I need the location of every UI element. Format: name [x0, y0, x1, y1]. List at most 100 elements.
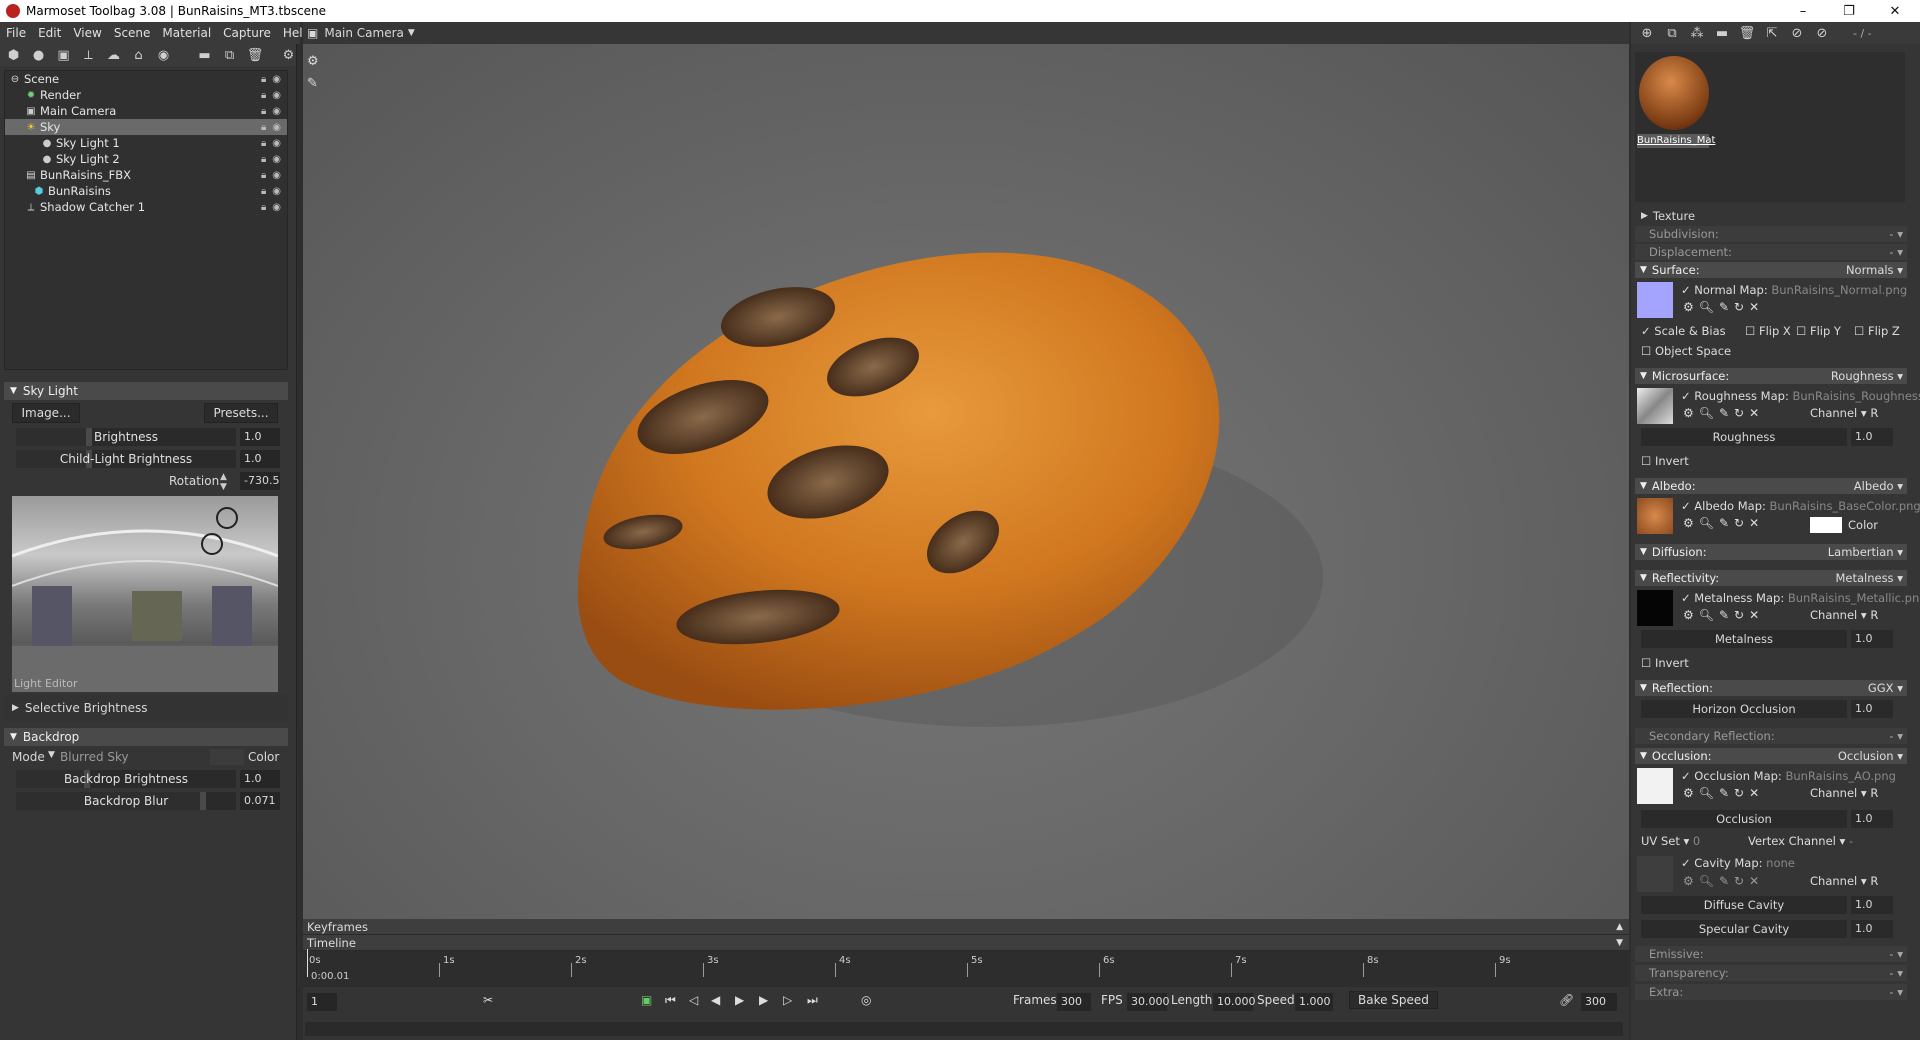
outliner-item-bunraisins-fbx[interactable]: ▤ BunRaisins_FBX 🔒︎ ◉ — [5, 167, 287, 183]
skip-end-icon[interactable]: ⏭ — [807, 993, 818, 1008]
add-mesh-icon[interactable]: ⬢ — [6, 47, 21, 63]
cavity-map-thumbnail[interactable] — [1637, 856, 1673, 892]
dropdown-arrow-icon[interactable]: ▼ — [48, 750, 55, 760]
metalness-map-check[interactable]: ✓ Metalness Map: BunRaisins_Metallic.png — [1681, 591, 1920, 605]
backdrop-blur-value[interactable]: 0.071 — [240, 792, 280, 810]
duplicate-icon[interactable]: ⧉ — [222, 47, 237, 63]
child-brightness-value[interactable]: 1.0 — [240, 450, 280, 468]
menu-edit[interactable]: Edit — [32, 26, 67, 40]
3d-viewport[interactable]: ▣ Main Camera ▼ ⚙ ✎ — [303, 22, 1629, 919]
timeline-header[interactable]: Timeline ▼ — [303, 935, 1629, 951]
add-fog-icon[interactable]: ☁ — [106, 47, 121, 63]
lock-icon[interactable]: 🔒︎ — [261, 170, 266, 181]
lock-icon[interactable]: 🔒︎ — [261, 138, 266, 149]
outliner-item-bunraisins[interactable]: ⬢ BunRaisins 🔒︎ ◉ — [5, 183, 287, 199]
settings-gear-icon[interactable]: ⚙ — [281, 47, 296, 63]
outliner-item-shadow-catcher[interactable]: ⟂ Shadow Catcher 1 🔒︎ ◉ — [5, 199, 287, 215]
object-space-checkbox[interactable]: ☐ Object Space — [1641, 344, 1731, 358]
occlusion-map-check[interactable]: ✓ Occlusion Map: BunRaisins_AO.png — [1681, 769, 1896, 783]
outliner-item-sky[interactable]: ☀ Sky 🔒︎ ◉ — [5, 119, 287, 135]
specular-cavity-slider[interactable]: Specular Cavity — [1641, 920, 1847, 938]
visibility-eye-icon[interactable]: ◉ — [272, 154, 281, 165]
outliner-item-sky-light-2[interactable]: ● Sky Light 2 🔒︎ ◉ — [5, 151, 287, 167]
add-light-icon[interactable]: ● — [31, 47, 46, 63]
playhead[interactable] — [307, 949, 308, 977]
next-key-icon[interactable]: ▷ — [783, 993, 792, 1007]
sky-image-button[interactable]: Image... — [12, 403, 80, 423]
brightness-value[interactable]: 1.0 — [240, 428, 280, 446]
skip-start-icon[interactable]: ⏮ — [665, 993, 676, 1008]
emissive-row[interactable]: Emissive: - ▾ — [1635, 946, 1907, 962]
selective-brightness-header[interactable]: ▶ Selective Brightness — [4, 694, 288, 722]
menu-capture[interactable]: Capture — [217, 26, 277, 40]
loop-icon[interactable]: ▣ — [641, 993, 652, 1007]
speed-dial-icon[interactable]: ◎ — [861, 993, 871, 1007]
reflectivity-header[interactable]: ▼ Reflectivity: Metalness ▾ — [1635, 570, 1907, 586]
outliner-item-sky-light-1[interactable]: ● Sky Light 1 🔒︎ ◉ — [5, 135, 287, 151]
maximize-button[interactable]: ❐ — [1826, 0, 1872, 22]
metalness-value[interactable]: 1.0 — [1851, 630, 1893, 648]
assign-material-icon[interactable]: ⇱ — [1764, 25, 1780, 41]
reflection-dropdown[interactable]: GGX ▾ — [1868, 681, 1903, 695]
open-folder-icon[interactable]: ▬ — [1714, 25, 1730, 41]
albedo-dropdown[interactable]: Albedo ▾ — [1854, 479, 1903, 493]
map-tools-icons[interactable]: ⚙🔍︎✎↻✕ — [1683, 300, 1764, 314]
length-field[interactable]: 10.000 — [1213, 993, 1256, 1011]
timeline-scrollbar[interactable] — [305, 1022, 1623, 1036]
normal-map-thumbnail[interactable] — [1637, 282, 1673, 318]
visibility-eye-icon[interactable]: ◉ — [272, 106, 281, 117]
backdrop-color-swatch[interactable] — [210, 749, 244, 765]
horizon-occlusion-slider[interactable]: Horizon Occlusion — [1641, 700, 1847, 718]
subdivision-row[interactable]: Subdivision: - ▾ — [1635, 226, 1907, 242]
transparency-row[interactable]: Transparency: - ▾ — [1635, 965, 1907, 981]
flip-y-checkbox[interactable]: ☐ Flip Y — [1796, 324, 1841, 338]
visibility-eye-icon[interactable]: ◉ — [272, 138, 281, 149]
visibility-eye-icon[interactable]: ◉ — [272, 122, 281, 133]
add-sky-icon[interactable]: ◉ — [156, 47, 171, 63]
play-icon[interactable]: ▶ — [735, 993, 744, 1007]
lock-icon[interactable]: 🔒︎ — [261, 186, 266, 197]
roughness-channel-dropdown[interactable]: Channel ▾ R — [1810, 406, 1878, 420]
albedo-map-check[interactable]: ✓ Albedo Map: BunRaisins_BaseColor.png — [1681, 499, 1920, 513]
step-back-icon[interactable]: ◀ — [711, 993, 720, 1007]
lock-icon[interactable]: 🔒︎ — [261, 74, 266, 85]
backdrop-blur-slider[interactable]: Backdrop Blur 0.071 — [4, 790, 288, 812]
speed-field[interactable]: 1.000 — [1295, 993, 1333, 1011]
occlusion-value[interactable]: 1.0 — [1851, 810, 1893, 828]
step-forward-icon[interactable]: ▶ — [759, 993, 768, 1007]
backdrop-brightness-value[interactable]: 1.0 — [240, 770, 280, 788]
metalness-map-thumbnail[interactable] — [1637, 590, 1673, 626]
clear-material-icon[interactable]: ⊘ — [1814, 25, 1830, 41]
lock-icon[interactable]: 🔒︎ — [261, 106, 266, 117]
roughness-value[interactable]: 1.0 — [1851, 428, 1893, 446]
minimize-button[interactable]: – — [1780, 0, 1826, 22]
cavity-channel-dropdown[interactable]: Channel ▾ R — [1810, 874, 1878, 888]
material-library-icon[interactable]: ⁂ — [1689, 25, 1705, 41]
keyframes-header[interactable]: Keyframes ▲ — [303, 919, 1629, 935]
menu-scene[interactable]: Scene — [108, 26, 157, 40]
add-shadow-catcher-icon[interactable]: ⟂ — [81, 47, 96, 63]
fps-field[interactable]: 30.000 — [1127, 993, 1170, 1011]
expand-down-icon[interactable]: ▼ — [1616, 938, 1623, 948]
diffuse-cavity-slider[interactable]: Diffuse Cavity — [1641, 896, 1847, 914]
backdrop-brightness-slider[interactable]: Backdrop Brightness 1.0 — [4, 768, 288, 790]
backdrop-header[interactable]: ▼ Backdrop — [4, 728, 288, 746]
visibility-eye-icon[interactable]: ◉ — [272, 170, 281, 181]
new-material-icon[interactable]: ⊕ — [1639, 25, 1655, 41]
delete-icon[interactable]: 🗑 — [1739, 25, 1756, 41]
surface-header[interactable]: ▼ Surface: Normals ▾ — [1635, 262, 1907, 278]
normal-map-check[interactable]: ✓ Normal Map: BunRaisins_Normal.png — [1681, 283, 1907, 297]
microsurface-dropdown[interactable]: Roughness ▾ — [1831, 369, 1903, 383]
roughness-slider[interactable]: Roughness — [1641, 428, 1847, 446]
rotation-value[interactable]: -730.5 — [240, 472, 280, 490]
brightness-slider[interactable]: Brightness 1.0 — [4, 426, 288, 448]
map-tools-icons[interactable]: ⚙🔍︎✎↻✕ — [1683, 406, 1764, 420]
surface-dropdown[interactable]: Normals ▾ — [1846, 263, 1903, 277]
diffusion-dropdown[interactable]: Lambertian ▾ — [1828, 545, 1903, 559]
close-button[interactable]: ✕ — [1872, 0, 1918, 22]
metalness-channel-dropdown[interactable]: Channel ▾ R — [1810, 608, 1878, 622]
child-light-brightness-slider[interactable]: Child-Light Brightness 1.0 — [4, 448, 288, 470]
duplicate-material-icon[interactable]: ⧉ — [1664, 25, 1680, 41]
trim-icon[interactable]: ✂ — [483, 993, 493, 1007]
delete-icon[interactable]: 🗑 — [247, 47, 264, 63]
